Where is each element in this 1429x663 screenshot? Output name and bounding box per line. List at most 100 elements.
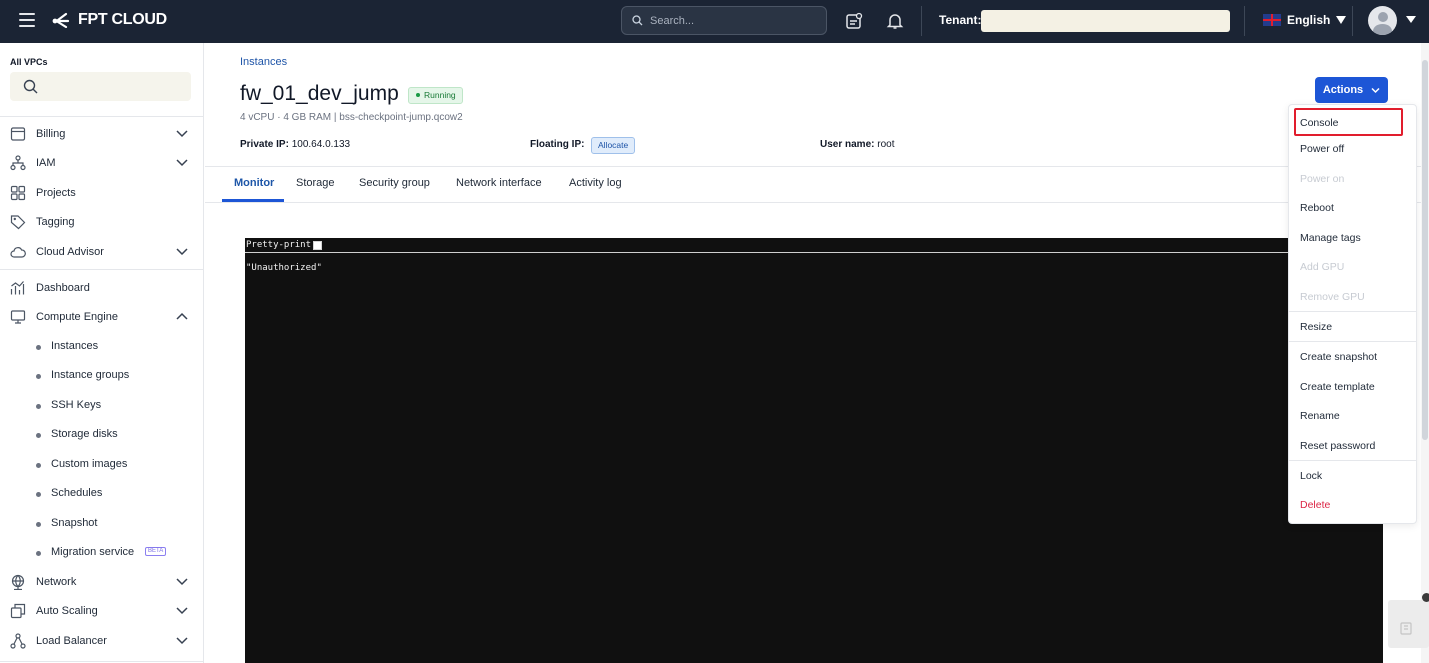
actions-menu: Console Power off Power on Reboot Manage… <box>1288 104 1417 524</box>
menu-item-label: Power off <box>1300 143 1345 155</box>
whats-new-icon[interactable] <box>845 12 863 30</box>
sidebar-subitem-snapshot[interactable]: Snapshot <box>0 512 204 536</box>
menu-item-resize[interactable]: Resize <box>1289 314 1416 340</box>
sidebar-subitem-instances[interactable]: Instances <box>0 335 204 359</box>
tab-network-interface[interactable]: Network interface <box>456 177 542 189</box>
tab-monitor[interactable]: Monitor <box>234 177 274 189</box>
divider <box>1244 6 1245 36</box>
menu-item-label: Create snapshot <box>1300 351 1378 363</box>
sidebar-item-projects[interactable]: Projects <box>0 180 204 206</box>
menu-item-delete[interactable]: Delete <box>1289 492 1416 518</box>
tab-storage[interactable]: Storage <box>296 177 335 189</box>
tab-security-group[interactable]: Security group <box>359 177 430 189</box>
sidebar-item-compute-engine[interactable]: Compute Engine <box>0 304 204 330</box>
sidebar-subitem-schedules[interactable]: Schedules <box>0 482 204 506</box>
chevron-down-icon <box>176 130 188 138</box>
tab-activity-log[interactable]: Activity log <box>569 177 622 189</box>
language-label: English <box>1287 13 1331 27</box>
sidebar-item-network[interactable]: Network <box>0 569 204 595</box>
allocate-ip-button[interactable]: Allocate <box>591 137 636 154</box>
bullet <box>36 492 41 497</box>
global-search[interactable] <box>621 6 827 35</box>
private-ip-info: Private IP: 100.64.0.133 <box>240 139 350 150</box>
actions-button[interactable]: Actions <box>1315 77 1388 103</box>
sidebar-item-label: Projects <box>36 187 76 199</box>
bullet <box>36 551 41 556</box>
brand-name: FPT CLOUD <box>78 11 167 28</box>
sidebar-item-tagging[interactable]: Tagging <box>0 209 204 235</box>
sidebar-item-label: Billing <box>36 128 66 140</box>
username-label: User name: <box>820 139 875 150</box>
sidebar-subitem-label: Migration service <box>51 546 135 558</box>
sidebar-subitem-ssh-keys[interactable]: SSH Keys <box>0 394 204 418</box>
auto-scaling-icon <box>10 603 26 619</box>
divider <box>921 6 922 36</box>
sidebar-subitem-label: Snapshot <box>51 517 98 529</box>
menu-item-reset-password[interactable]: Reset password <box>1289 433 1416 459</box>
sidebar-subitem-instance-groups[interactable]: Instance groups <box>0 364 204 388</box>
bullet <box>36 404 41 409</box>
bullet <box>36 463 41 468</box>
menu-icon[interactable] <box>19 13 35 27</box>
sidebar-item-dashboard[interactable]: Dashboard <box>0 275 204 301</box>
menu-item-reboot[interactable]: Reboot <box>1289 195 1416 221</box>
scrollbar-thumb[interactable] <box>1422 60 1428 440</box>
beta-badge: BETA <box>145 547 167 556</box>
breadcrumb[interactable]: Instances <box>240 56 287 68</box>
sidebar-item-auto-scaling[interactable]: Auto Scaling <box>0 598 204 624</box>
menu-item-lock[interactable]: Lock <box>1289 463 1416 489</box>
tenant-selector[interactable] <box>981 10 1230 32</box>
cloud-advisor-icon <box>10 247 26 258</box>
menu-item-power-on: Power on <box>1289 166 1416 192</box>
sidebar-subitem-migration-service[interactable]: Migration service BETA <box>0 541 204 565</box>
sidebar-item-label: Dashboard <box>36 282 90 294</box>
divider <box>1289 311 1416 312</box>
status-badge: Running <box>408 87 463 104</box>
sidebar-item-label: Tagging <box>36 216 75 228</box>
language-selector[interactable]: English <box>1263 13 1347 27</box>
search-icon <box>632 15 643 26</box>
sidebar-item-cloud-advisor[interactable]: Cloud Advisor <box>0 239 204 265</box>
divider <box>1289 460 1416 461</box>
sidebar-item-billing[interactable]: Billing <box>0 121 204 147</box>
divider <box>1352 6 1353 36</box>
sidebar-subitem-label: SSH Keys <box>51 399 102 411</box>
menu-item-power-off[interactable]: Power off <box>1289 136 1416 162</box>
pretty-print-checkbox[interactable] <box>313 240 323 250</box>
menu-item-create-snapshot[interactable]: Create snapshot <box>1289 344 1416 370</box>
menu-item-manage-tags[interactable]: Manage tags <box>1289 225 1416 251</box>
sidebar-item-label: Network <box>36 576 77 588</box>
search-input[interactable] <box>650 14 810 27</box>
sidebar-item-label: Cloud Advisor <box>36 246 104 258</box>
divider <box>0 269 204 270</box>
sidebar-subitem-label: Custom images <box>51 458 128 470</box>
divider <box>0 661 204 662</box>
sidebar-subitem-storage-disks[interactable]: Storage disks <box>0 423 204 447</box>
menu-item-rename[interactable]: Rename <box>1289 403 1416 429</box>
console-output-panel[interactable]: Pretty-print "Unauthorized" <box>245 238 1383 663</box>
avatar[interactable] <box>1368 6 1397 35</box>
username-info: User name: root <box>820 139 894 150</box>
sidebar-item-label: Load Balancer <box>36 635 107 647</box>
brand-logo[interactable]: FPT CLOUD <box>52 11 167 29</box>
vpc-search[interactable] <box>10 72 191 101</box>
top-bar: FPT CLOUD Tenant: English <box>0 0 1429 43</box>
user-menu-caret-icon[interactable] <box>1406 16 1416 23</box>
sidebar-subitem-label: Storage disks <box>51 428 118 440</box>
menu-item-create-template[interactable]: Create template <box>1289 374 1416 400</box>
menu-item-label: Console <box>1300 117 1339 129</box>
load-balancer-icon <box>10 633 26 649</box>
sidebar-subitem-custom-images[interactable]: Custom images <box>0 453 204 477</box>
close-icon[interactable] <box>1422 593 1429 602</box>
floating-ip-label: Floating IP: <box>530 139 585 150</box>
floating-helper-button[interactable] <box>1388 600 1429 648</box>
bell-icon[interactable] <box>886 12 904 30</box>
bullet <box>36 345 41 350</box>
sidebar-item-iam[interactable]: IAM <box>0 150 204 176</box>
floating-ip-info: Floating IP: <box>530 139 584 150</box>
sidebar-item-load-balancer[interactable]: Load Balancer <box>0 628 204 654</box>
menu-item-console[interactable]: Console <box>1289 108 1416 136</box>
search-icon <box>23 79 38 94</box>
instance-spec: 4 vCPU · 4 GB RAM | bss-checkpoint-jump.… <box>240 112 463 123</box>
projects-icon <box>10 185 26 201</box>
